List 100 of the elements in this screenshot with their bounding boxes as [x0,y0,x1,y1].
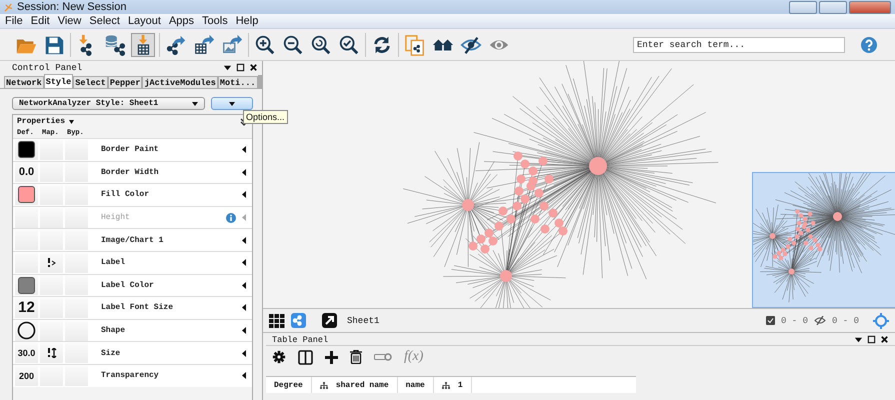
caret-icon[interactable] [223,63,232,72]
caret-icon [192,102,198,106]
hierarchy-icon [442,382,450,388]
table-header-cell[interactable]: name [398,377,434,393]
passthrough-mapping-icon[interactable] [46,258,56,268]
caret-icon[interactable] [69,120,74,124]
property-label: Transparency [101,371,159,380]
trash-icon[interactable] [350,350,362,364]
menu-item[interactable]: Select [89,15,120,27]
panel-title: Control Panel [12,62,82,72]
expand-arrow-icon[interactable] [242,168,246,176]
expand-arrow-icon[interactable] [242,282,246,289]
close-icon[interactable] [249,63,258,72]
help-icon[interactable] [861,36,877,52]
crosshair-icon[interactable] [873,312,889,328]
style-dropdown[interactable]: NetworkAnalyzer Style: Sheet1 [12,97,206,110]
property-row[interactable]: Border Paint [13,138,252,161]
close-icon[interactable] [880,335,889,344]
minimize-button[interactable] [789,0,817,14]
grid-icon[interactable] [269,314,285,328]
property-row[interactable]: 200 Transparency [13,364,252,387]
expand-arrow-icon[interactable] [242,350,246,357]
tab[interactable]: Network [4,76,44,88]
toolbar-button[interactable] [403,32,427,56]
column-label: shared name [336,380,389,390]
maximize-icon[interactable] [867,335,876,344]
menu-item[interactable]: Edit [30,15,50,27]
panel-title: Table Panel [272,334,328,344]
maximize-icon[interactable] [236,63,245,72]
network-arrow-icon [165,34,187,56]
search-field[interactable]: Enter search term... [633,36,845,52]
property-row[interactable]: Label [13,250,252,274]
caret-icon [229,102,236,106]
tab[interactable]: Select [73,76,108,88]
zoom-check-icon [338,34,360,56]
zoom-fit-icon [310,34,332,56]
expand-arrow-icon[interactable] [242,146,246,154]
expand-arrow-icon[interactable] [242,327,246,334]
table-header-cell[interactable]: Degree [266,377,312,393]
columns-icon[interactable] [298,350,313,364]
menu-item[interactable]: View [58,15,82,27]
share-icon[interactable] [291,313,306,328]
property-label: Size [101,348,120,358]
menu-item[interactable]: Apps [168,15,194,27]
database-network-icon [104,34,126,56]
tooltip: Options... [243,110,288,124]
menu-item[interactable]: File [5,15,23,27]
expand-arrow-icon[interactable] [242,372,246,380]
property-label: Label [101,258,126,268]
property-label: Label Font Size [101,303,174,312]
property-row[interactable]: Label Color [13,274,252,296]
maximize-button[interactable] [819,0,847,14]
eye-slash-icon [814,316,826,325]
column-label: name [406,380,425,390]
property-row[interactable]: 12 Label Font Size [13,296,252,319]
color-swatch[interactable] [18,186,35,204]
expand-arrow-icon[interactable] [242,191,246,198]
zoom-in-icon [254,34,276,56]
toolbar-button[interactable] [103,32,127,56]
toolbar-button[interactable] [192,32,216,56]
color-swatch[interactable] [18,276,35,294]
property-label: Shape [101,326,126,336]
menu-item[interactable]: Tools [202,15,228,27]
circle-shape-icon[interactable] [17,321,36,340]
image-arrow-icon [221,34,243,56]
property-row[interactable]: Shape [13,318,252,342]
expand-arrow-icon[interactable] [242,259,246,266]
column-label: Degree [274,380,303,390]
link-icon[interactable] [374,353,392,361]
tab[interactable]: jActiveModules [142,76,218,88]
continuous-mapping-icon[interactable] [46,348,56,358]
tab[interactable]: Moti... [218,76,258,88]
menu-item[interactable]: Layout [128,15,161,27]
selected-count: 0 - 0 [780,316,808,326]
hierarchy-icon [320,382,328,388]
property-row[interactable]: Fill Color [13,183,252,206]
gear-icon[interactable] [272,350,286,364]
tab[interactable]: Pepper [108,76,142,88]
color-swatch[interactable] [18,141,35,158]
property-row[interactable]: 0.0 Border Width [13,160,252,184]
menu-item[interactable]: Help [236,15,258,27]
hidden-count: 0 - 0 [832,316,859,326]
toolbar-button[interactable] [131,32,155,56]
plus-icon[interactable] [325,350,338,364]
property-label: Fill Color [101,190,150,200]
property-label: Border Paint [101,145,159,154]
close-button[interactable] [849,0,891,14]
caret-icon[interactable] [854,335,863,344]
expand-arrow-icon[interactable] [242,304,246,312]
property-label: Height [101,213,130,222]
tab[interactable]: Style [44,74,74,88]
property-label: Label Color [101,280,154,290]
table-header-cell[interactable]: shared name [312,377,398,393]
property-row[interactable]: Image/Chart 1 [13,228,252,251]
properties-label[interactable]: Properties [17,117,66,126]
options-button[interactable] [211,97,253,110]
property-row[interactable]: 30.0 Size [13,341,252,364]
arrow-icon[interactable] [322,313,337,328]
expand-arrow-icon[interactable] [242,236,246,244]
table-header-cell[interactable]: 1 [434,377,472,393]
